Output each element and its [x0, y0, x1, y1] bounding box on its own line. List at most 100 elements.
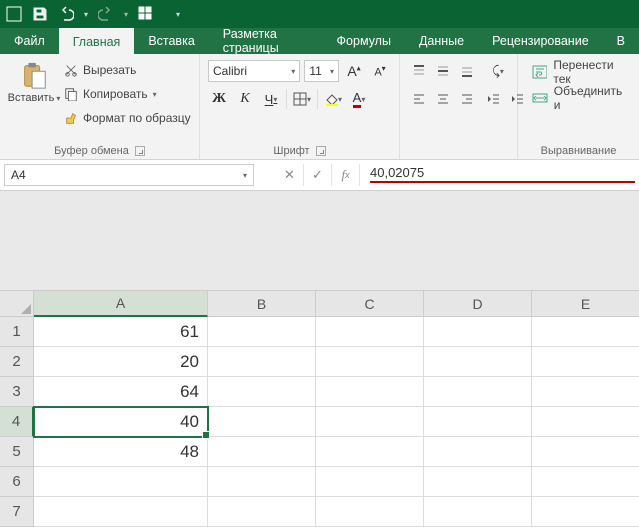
cell-E3[interactable]	[532, 377, 639, 407]
col-header-D[interactable]: D	[424, 291, 532, 317]
app-icon	[6, 6, 22, 22]
format-painter-button[interactable]: Формат по образцу	[64, 108, 191, 128]
font-group-label: Шрифт	[273, 145, 309, 157]
tab-insert[interactable]: Вставка	[134, 28, 208, 54]
cell-A6[interactable]	[34, 467, 208, 497]
cut-label: Вырезать	[83, 63, 136, 77]
cell-E2[interactable]	[532, 347, 639, 377]
underline-button[interactable]: Ч ▾	[260, 88, 282, 110]
orientation-button[interactable]: ⤹▾	[487, 60, 509, 82]
merge-center-button[interactable]: Объединить и	[532, 88, 631, 108]
tab-home[interactable]: Главная	[59, 28, 135, 54]
cell-D5[interactable]	[424, 437, 532, 467]
cell-E1[interactable]	[532, 317, 639, 347]
select-all-corner[interactable]	[0, 291, 34, 317]
cell-B4[interactable]	[208, 407, 316, 437]
ribbon-tabs: Файл Главная Вставка Разметка страницы Ф…	[0, 28, 639, 54]
cell-A4[interactable]: 40	[34, 407, 208, 437]
font-size-combo[interactable]: 11▾	[304, 60, 339, 82]
clipboard-launcher-icon[interactable]	[135, 146, 145, 156]
font-color-button[interactable]: A▾	[348, 88, 370, 110]
tab-formulas[interactable]: Формулы	[323, 28, 405, 54]
align-left-button[interactable]	[408, 88, 430, 110]
col-header-A[interactable]: A	[34, 291, 208, 317]
qat-customize-icon[interactable]: ▾	[176, 10, 180, 19]
cell-C1[interactable]	[316, 317, 424, 347]
worksheet-grid[interactable]: A B C D E 1 61 2 20 3 64 4 40 5 48 6 7	[0, 291, 639, 527]
row-header-5[interactable]: 5	[0, 437, 34, 467]
shrink-font-button[interactable]: A▾	[369, 60, 391, 82]
tab-page-layout[interactable]: Разметка страницы	[209, 28, 323, 54]
font-name-combo[interactable]: Calibri▾	[208, 60, 300, 82]
cut-button[interactable]: Вырезать	[64, 60, 191, 80]
formula-bar-input[interactable]: 40,02075	[370, 164, 635, 183]
cell-E5[interactable]	[532, 437, 639, 467]
group-clipboard: Вставить▾ Вырезать Копировать▾ Формат по…	[0, 54, 200, 159]
align-right-button[interactable]	[456, 88, 478, 110]
bold-button[interactable]: Ж	[208, 88, 230, 110]
col-header-E[interactable]: E	[532, 291, 639, 317]
cell-E4[interactable]	[532, 407, 639, 437]
align-center-button[interactable]	[432, 88, 454, 110]
touch-mode-icon[interactable]	[138, 6, 154, 22]
cell-A5[interactable]: 48	[34, 437, 208, 467]
borders-button[interactable]: ▾	[291, 88, 313, 110]
undo-more-icon[interactable]: ▾	[84, 10, 88, 19]
row-header-4[interactable]: 4	[0, 407, 34, 437]
row-header-7[interactable]: 7	[0, 497, 34, 527]
cell-C4[interactable]	[316, 407, 424, 437]
align-middle-button[interactable]	[432, 60, 454, 82]
redo-more-icon[interactable]: ▾	[124, 10, 128, 19]
col-header-B[interactable]: B	[208, 291, 316, 317]
tab-data[interactable]: Данные	[405, 28, 478, 54]
cell-E7[interactable]	[532, 497, 639, 527]
align-top-button[interactable]	[408, 60, 430, 82]
cell-B7[interactable]	[208, 497, 316, 527]
cell-B1[interactable]	[208, 317, 316, 347]
cell-D2[interactable]	[424, 347, 532, 377]
font-launcher-icon[interactable]	[316, 146, 326, 156]
fill-color-button[interactable]: ▾	[322, 88, 344, 110]
cell-D1[interactable]	[424, 317, 532, 347]
row-header-1[interactable]: 1	[0, 317, 34, 347]
wrap-text-button[interactable]: Перенести тек	[532, 62, 631, 82]
cell-A7[interactable]	[34, 497, 208, 527]
cell-A3[interactable]: 64	[34, 377, 208, 407]
cell-C3[interactable]	[316, 377, 424, 407]
cell-A2[interactable]: 20	[34, 347, 208, 377]
cell-B5[interactable]	[208, 437, 316, 467]
cell-A1[interactable]: 61	[34, 317, 208, 347]
cell-C7[interactable]	[316, 497, 424, 527]
row-header-3[interactable]: 3	[0, 377, 34, 407]
align-bottom-button[interactable]	[456, 60, 478, 82]
italic-button[interactable]: К	[234, 88, 256, 110]
tab-file[interactable]: Файл	[0, 28, 59, 54]
cell-D3[interactable]	[424, 377, 532, 407]
cell-D4[interactable]	[424, 407, 532, 437]
cell-C6[interactable]	[316, 467, 424, 497]
col-header-C[interactable]: C	[316, 291, 424, 317]
cancel-formula-button[interactable]: ✕	[276, 164, 304, 186]
name-box[interactable]: A4▾	[4, 164, 254, 186]
cell-C2[interactable]	[316, 347, 424, 377]
save-icon[interactable]	[32, 6, 48, 22]
decrease-indent-button[interactable]	[482, 88, 504, 110]
undo-icon[interactable]	[58, 6, 74, 22]
cell-B2[interactable]	[208, 347, 316, 377]
tab-view[interactable]: В	[603, 28, 639, 54]
row-header-2[interactable]: 2	[0, 347, 34, 377]
cell-C5[interactable]	[316, 437, 424, 467]
tab-review[interactable]: Рецензирование	[478, 28, 603, 54]
cell-B6[interactable]	[208, 467, 316, 497]
redo-icon[interactable]	[98, 6, 114, 22]
cell-B3[interactable]	[208, 377, 316, 407]
grow-font-button[interactable]: A▴	[343, 60, 365, 82]
paste-button[interactable]: Вставить▾	[8, 58, 60, 143]
cell-D7[interactable]	[424, 497, 532, 527]
cell-E6[interactable]	[532, 467, 639, 497]
row-header-6[interactable]: 6	[0, 467, 34, 497]
insert-function-button[interactable]: fx	[332, 164, 360, 186]
cell-D6[interactable]	[424, 467, 532, 497]
enter-formula-button[interactable]: ✓	[304, 164, 332, 186]
copy-button[interactable]: Копировать▾	[64, 84, 191, 104]
